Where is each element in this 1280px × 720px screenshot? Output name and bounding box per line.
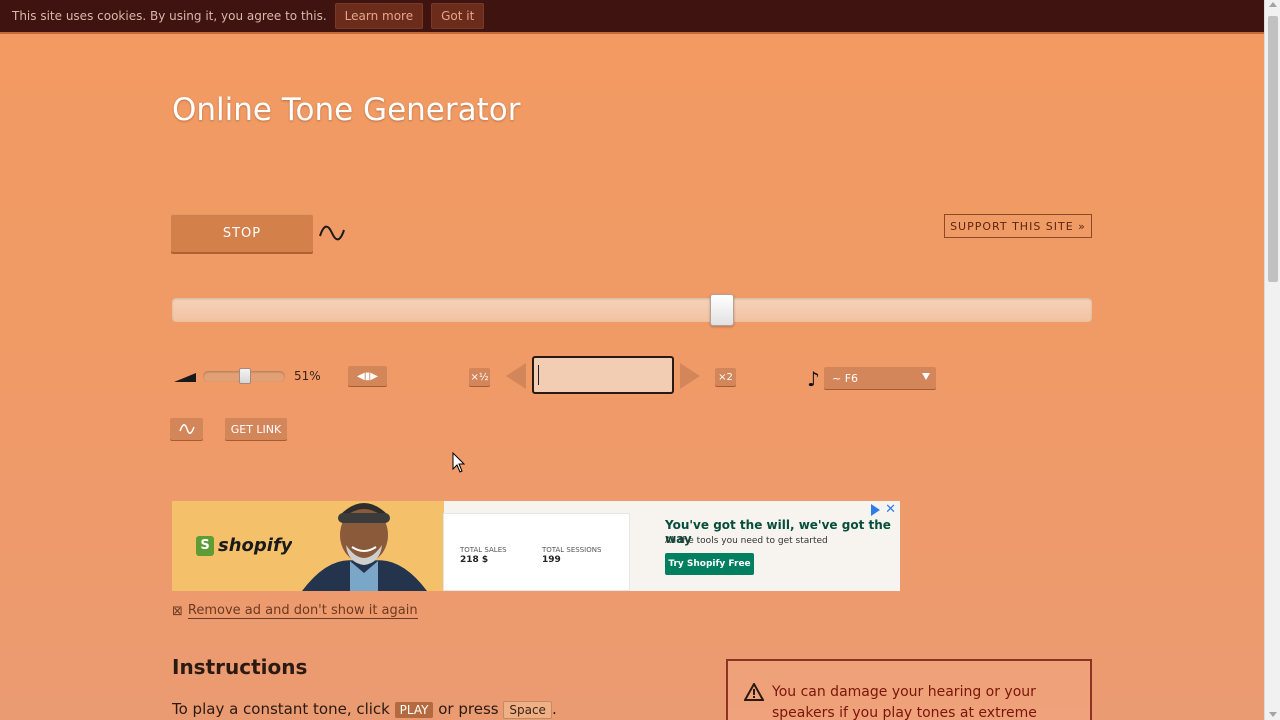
text-caret xyxy=(538,365,539,385)
instructions-post: . xyxy=(551,700,557,718)
sine-wave-icon xyxy=(319,225,345,241)
space-key: Space xyxy=(503,701,552,719)
halve-frequency-button[interactable]: ×½ xyxy=(469,368,490,386)
instructions-mid: or press xyxy=(438,700,499,718)
frequency-input[interactable] xyxy=(532,356,674,394)
volume-slider-thumb[interactable] xyxy=(239,368,251,384)
remove-ad-link[interactable]: ⊠ Remove ad and don't show it again xyxy=(172,603,418,619)
scrollbar-thumb[interactable] xyxy=(1268,16,1278,282)
ad-subline: All the tools you need to get started xyxy=(665,536,828,546)
page-scrollbar[interactable] xyxy=(1264,0,1280,720)
scroll-up-arrow-icon[interactable] xyxy=(1269,2,1277,7)
cookie-message: This site uses cookies. By using it, you… xyxy=(12,9,327,23)
dropdown-arrow-icon xyxy=(922,373,930,380)
ad-brand-panel: S shopify xyxy=(172,501,444,591)
speaker-balance-icon: ◀▮▶ xyxy=(357,370,378,382)
warning-triangle-icon xyxy=(744,683,764,701)
sine-wave-small-icon xyxy=(178,424,195,434)
ad-close-icon[interactable]: ✕ xyxy=(885,502,896,517)
shopify-logo: S shopify xyxy=(196,535,293,556)
ad-stat2-label: TOTAL SESSIONS xyxy=(542,546,602,554)
page-title: Online Tone Generator xyxy=(172,92,521,128)
advertisement-banner[interactable]: S shopify TOTAL SALES 218 $ TOTAL SESSIO… xyxy=(172,501,900,591)
note-select-value: ~ F6 xyxy=(832,371,859,385)
frequency-slider-thumb[interactable] xyxy=(710,294,734,326)
frequency-slider[interactable] xyxy=(172,294,1092,326)
double-frequency-button[interactable]: ×2 xyxy=(715,368,736,386)
shopping-bag-icon: S xyxy=(196,535,214,556)
ad-brand-name: shopify xyxy=(218,535,293,556)
waveform-button[interactable] xyxy=(170,418,203,440)
balance-speaker-button[interactable]: ◀▮▶ xyxy=(348,366,387,386)
note-select[interactable]: ~ F6 xyxy=(824,367,936,389)
ad-person-photo xyxy=(292,501,437,591)
volume-percentage: 51% xyxy=(294,369,321,383)
volume-ramp-icon xyxy=(174,373,196,382)
increase-frequency-arrow-icon[interactable] xyxy=(680,363,700,389)
instructions-pre: To play a constant tone, click xyxy=(172,700,390,718)
support-site-button[interactable]: SUPPORT THIS SITE » xyxy=(944,214,1092,238)
stop-button[interactable]: STOP xyxy=(171,214,313,252)
close-box-icon: ⊠ xyxy=(172,603,183,619)
instructions-text: To play a constant tone, click PLAY or p… xyxy=(172,700,557,719)
ad-stat2-value: 199 xyxy=(542,555,561,565)
scroll-down-arrow-icon[interactable] xyxy=(1269,712,1277,717)
volume-slider[interactable] xyxy=(203,368,285,384)
mouse-cursor-icon xyxy=(452,452,466,473)
warning-text: You can damage your hearing or your spea… xyxy=(772,684,1037,720)
ad-stat1-value: 218 $ xyxy=(460,555,489,565)
instructions-heading: Instructions xyxy=(172,655,308,679)
ad-cta-button[interactable]: Try Shopify Free xyxy=(665,553,754,575)
remove-ad-label: Remove ad and don't show it again xyxy=(187,603,418,619)
ad-stat1-label: TOTAL SALES xyxy=(460,546,507,554)
learn-more-button[interactable]: Learn more xyxy=(334,3,424,29)
get-link-button[interactable]: GET LINK xyxy=(225,418,287,440)
play-key: PLAY xyxy=(394,702,434,718)
music-note-icon: ♪ xyxy=(807,367,820,391)
ad-choices-icon[interactable] xyxy=(871,504,880,516)
hearing-warning-box: You can damage your hearing or your spea… xyxy=(726,659,1092,720)
cookie-banner: This site uses cookies. By using it, you… xyxy=(0,0,1264,34)
ad-dashboard-image: TOTAL SALES 218 $ TOTAL SESSIONS 199 xyxy=(443,513,630,591)
got-it-button[interactable]: Got it xyxy=(431,3,485,29)
decrease-frequency-arrow-icon[interactable] xyxy=(506,363,526,389)
